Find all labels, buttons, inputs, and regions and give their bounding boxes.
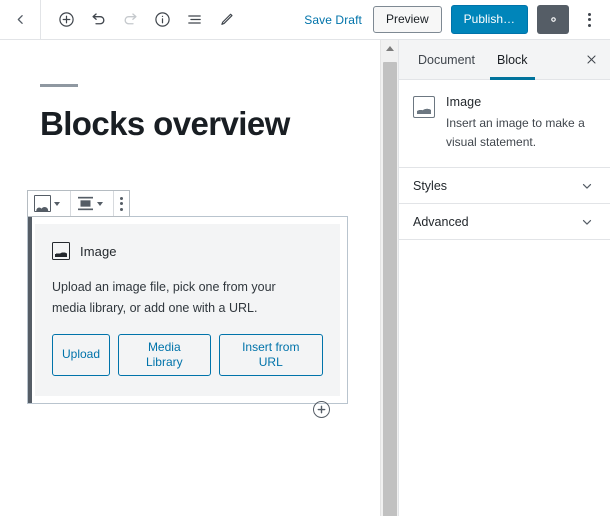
redo-icon xyxy=(124,13,137,25)
gear-icon xyxy=(550,17,556,22)
pencil-icon xyxy=(220,13,233,25)
panel-styles[interactable]: Styles xyxy=(399,168,610,205)
image-placeholder: Image Upload an image file, pick one fro… xyxy=(35,224,340,397)
image-block[interactable]: Image Upload an image file, pick one fro… xyxy=(27,216,348,405)
chevron-left-icon xyxy=(17,15,23,24)
media-library-button[interactable]: Media Library xyxy=(118,334,211,377)
block-type-button[interactable] xyxy=(30,191,68,216)
redo-button[interactable] xyxy=(115,4,145,36)
image-icon xyxy=(52,242,70,260)
publish-button[interactable]: Publish… xyxy=(450,4,528,35)
block-more-group xyxy=(114,191,129,216)
sidebar-empty-area xyxy=(399,240,610,516)
placeholder-title: Image xyxy=(80,243,117,259)
circle-info-icon xyxy=(154,12,170,27)
block-type-group xyxy=(28,191,71,216)
settings-toggle-button[interactable] xyxy=(537,5,569,34)
settings-sidebar: Document Block Image Insert an image to … xyxy=(398,40,610,516)
editor-body: Blocks overview Image Upload an image fi… xyxy=(0,40,610,516)
chevron-down-icon xyxy=(580,179,594,193)
circle-plus-icon xyxy=(58,12,74,27)
block-navigation-button[interactable] xyxy=(179,4,209,36)
block-card-text: Image Insert an image to make a visual s… xyxy=(446,95,594,151)
editor-canvas-region: Blocks overview Image Upload an image fi… xyxy=(0,40,398,516)
save-draft-button[interactable]: Save Draft xyxy=(302,9,364,31)
scrollbar-thumb[interactable] xyxy=(383,62,397,516)
placeholder-description: Upload an image file, pick one from your… xyxy=(52,280,276,315)
scrollbar-up-button[interactable] xyxy=(381,40,398,57)
undo-icon xyxy=(91,13,104,25)
triangle-up-icon xyxy=(385,46,394,51)
list-view-icon xyxy=(187,15,201,24)
editor-canvas[interactable]: Blocks overview Image Upload an image fi… xyxy=(0,40,380,516)
placeholder-actions: Upload Media Library Insert from URL xyxy=(52,334,323,377)
chevron-down-icon xyxy=(54,201,60,206)
block-more-options-button[interactable] xyxy=(116,191,127,216)
kebab-menu-icon xyxy=(587,12,591,27)
align-center-icon xyxy=(78,196,93,211)
panel-styles-label: Styles xyxy=(413,178,448,193)
content-info-button[interactable] xyxy=(147,4,177,36)
circle-plus-icon xyxy=(317,405,326,414)
block-card-description: Insert an image to make a visual stateme… xyxy=(446,116,585,149)
publish-actions-group: Save Draft Preview Publish… xyxy=(302,4,602,35)
sidebar-tabs-spacer xyxy=(539,40,572,79)
block-align-group xyxy=(71,191,114,216)
add-block-button[interactable] xyxy=(51,4,81,36)
placeholder-header: Image xyxy=(52,242,323,260)
title-accent-dash xyxy=(40,84,78,87)
preview-button[interactable]: Preview xyxy=(372,5,442,34)
page-title[interactable]: Blocks overview xyxy=(40,105,380,143)
panel-advanced[interactable]: Advanced xyxy=(399,204,610,241)
close-sidebar-button[interactable] xyxy=(572,40,610,79)
chevron-down-icon xyxy=(97,201,103,206)
tab-block[interactable]: Block xyxy=(486,40,539,80)
image-icon xyxy=(413,96,435,118)
block-toolbar xyxy=(27,190,130,217)
more-menu-button[interactable] xyxy=(578,5,600,35)
block-card: Image Insert an image to make a visual s… xyxy=(399,80,610,169)
editor-tools-group xyxy=(41,4,241,36)
post-title-area: Blocks overview xyxy=(0,40,380,143)
editor-top-bar: Save Draft Preview Publish… xyxy=(0,0,610,40)
image-icon-glyph xyxy=(36,207,49,211)
block-card-title: Image xyxy=(446,95,482,109)
edit-mode-button[interactable] xyxy=(211,4,241,36)
block-inserter-button[interactable] xyxy=(313,401,330,418)
undo-button[interactable] xyxy=(83,4,113,36)
panel-advanced-label: Advanced xyxy=(413,214,469,229)
close-icon xyxy=(586,55,596,64)
block-editor-window: Save Draft Preview Publish… Blocks overv… xyxy=(0,0,610,516)
back-button[interactable] xyxy=(0,0,40,39)
tab-document[interactable]: Document xyxy=(407,40,486,79)
image-icon xyxy=(34,195,51,212)
upload-button[interactable]: Upload xyxy=(52,334,111,377)
align-button[interactable] xyxy=(73,191,111,216)
sidebar-tab-bar: Document Block xyxy=(399,40,610,80)
block-selected-indicator xyxy=(28,217,32,404)
canvas-scrollbar[interactable] xyxy=(380,40,398,516)
chevron-down-icon xyxy=(580,215,594,229)
insert-from-url-button[interactable]: Insert from URL xyxy=(218,334,323,377)
kebab-menu-icon xyxy=(120,196,123,211)
